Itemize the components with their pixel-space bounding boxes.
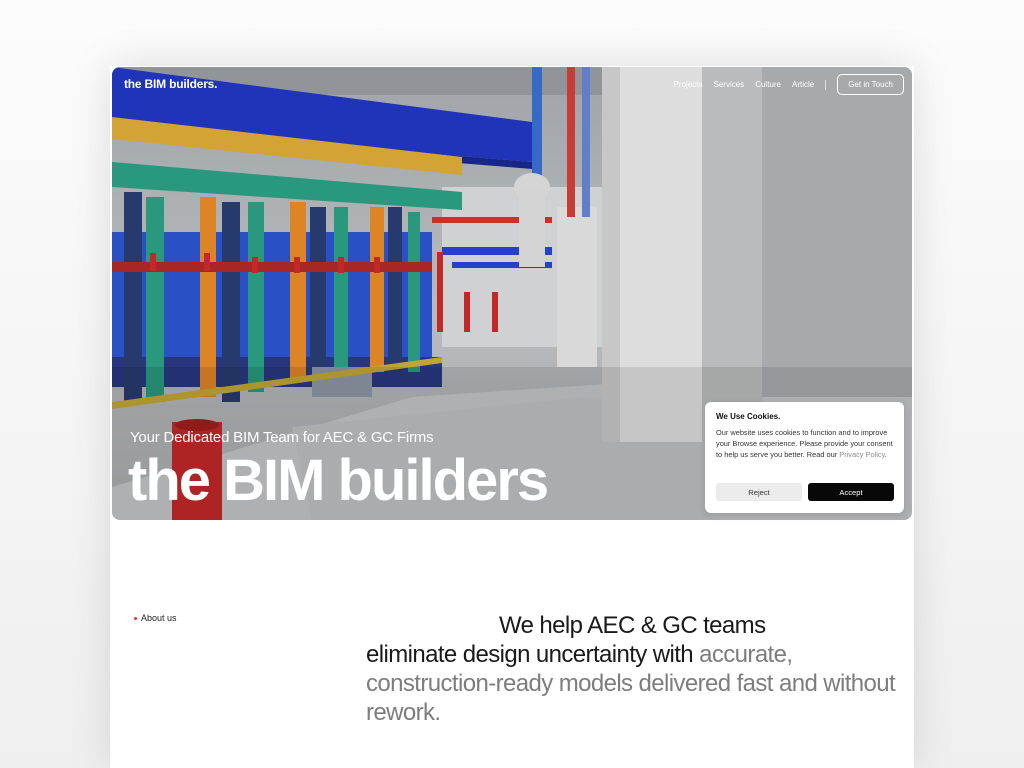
cookie-title: We Use Cookies. [716, 412, 781, 421]
reject-cookies-button[interactable]: Reject [716, 483, 802, 501]
about-us-label: About us [134, 613, 177, 623]
nav-projects[interactable]: Projects [674, 80, 703, 89]
statement-line-1: We help AEC & GC teams [499, 612, 766, 639]
statement-line-2-dark: eliminate design uncertainty with [366, 641, 700, 668]
accept-cookies-button[interactable]: Accept [808, 483, 894, 501]
privacy-policy-link[interactable]: Privacy Policy [839, 450, 884, 459]
bullet-dot-icon [134, 616, 137, 620]
nav-services[interactable]: Services [714, 80, 745, 89]
cookie-buttons: Reject Accept [716, 483, 894, 501]
about-us-text: About us [141, 613, 177, 623]
get-in-touch-button[interactable]: Get in Touch [837, 74, 904, 95]
about-statement: We help AEC & GC teams eliminate design … [366, 611, 906, 727]
statement-line-3: construction-ready models delivered fast… [366, 670, 896, 726]
brand-logo[interactable]: the BIM builders. [124, 77, 217, 91]
nav-article[interactable]: Article [792, 80, 814, 89]
main-nav: Projects Services Culture Article Get in… [663, 74, 904, 95]
hero-title: the BIM builders [128, 448, 549, 513]
cookie-body: Our website uses cookies to function and… [716, 427, 893, 460]
cookie-banner: We Use Cookies. Our website uses cookies… [705, 402, 904, 513]
cookie-body-end: . [884, 450, 887, 459]
nav-divider [825, 79, 827, 90]
nav-culture[interactable]: Culture [755, 80, 781, 89]
statement-line-2-muted: accurate, [699, 641, 793, 668]
hero-subtitle: Your Dedicated BIM Team for AEC & GC Fir… [130, 429, 434, 446]
